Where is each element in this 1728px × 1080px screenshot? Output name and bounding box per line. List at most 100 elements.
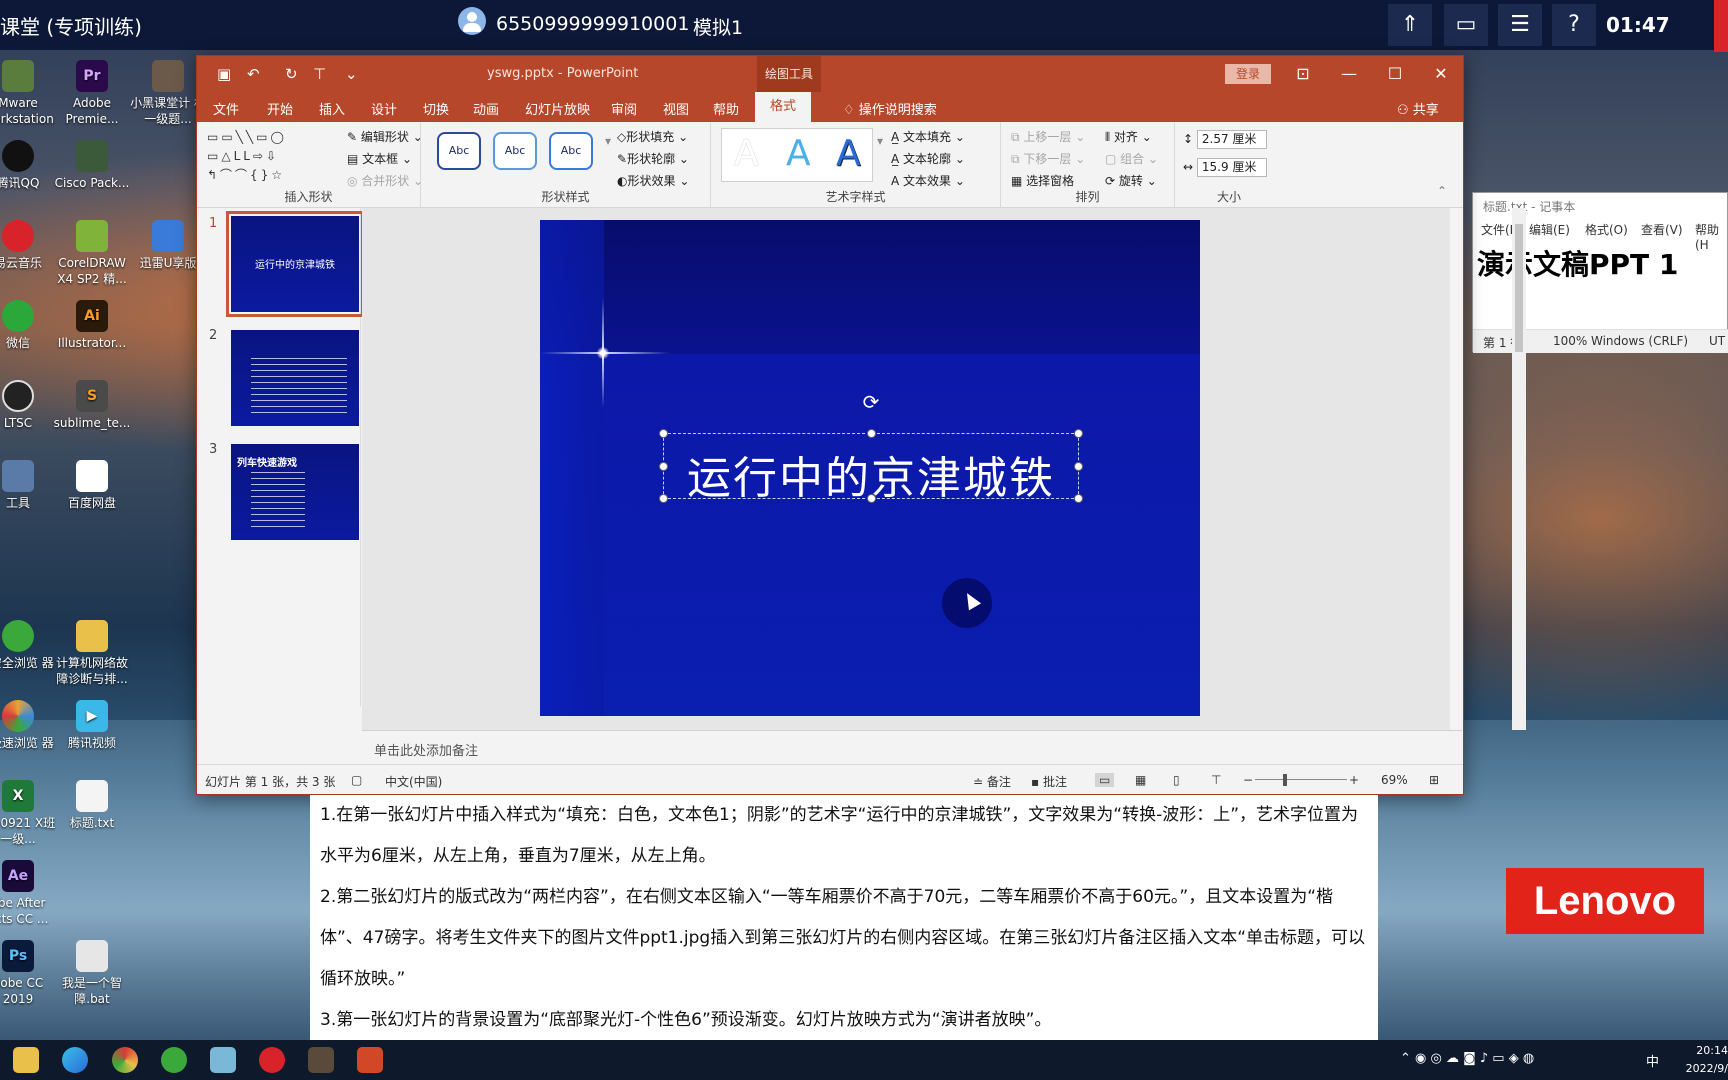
tab-help[interactable]: 帮助 <box>713 99 739 118</box>
resize-handle-bl[interactable] <box>659 494 668 503</box>
notepad-content[interactable]: 演示文稿PPT 1 <box>1477 243 1678 283</box>
slide-thumbnail-3[interactable]: 列车快速游戏 <box>231 444 359 540</box>
close-button[interactable]: ✕ <box>1419 56 1463 92</box>
shape-effects-button[interactable]: ◐形状效果 ⌄ <box>617 172 689 189</box>
powerpoint-icon[interactable] <box>357 1047 383 1073</box>
desktop-icon-tools[interactable]: 工具 <box>0 460 58 511</box>
resize-handle-bottom[interactable] <box>867 494 876 503</box>
tab-design[interactable]: 设计 <box>371 99 397 118</box>
360-icon[interactable] <box>161 1047 187 1073</box>
wordart-style-white[interactable]: A <box>734 133 759 174</box>
scrollbar-thumb[interactable] <box>1515 224 1523 352</box>
notepad-menu-edit[interactable]: 编辑(E) <box>1529 221 1570 238</box>
tab-insert[interactable]: 插入 <box>319 99 345 118</box>
comments-toggle[interactable]: ▪ 批注 <box>1031 773 1067 790</box>
tab-animations[interactable]: 动画 <box>473 99 499 118</box>
slide-vertical-scrollbar[interactable] <box>1512 208 1526 730</box>
desktop-icon-speed-browser[interactable]: 0极速浏览 器 <box>0 700 58 751</box>
notes-placeholder[interactable]: 单击此处添加备注 <box>374 740 478 759</box>
checklist-icon[interactable]: ☰ <box>1498 4 1542 46</box>
ime-indicator[interactable]: 中 <box>1646 1051 1659 1070</box>
netease-icon[interactable] <box>259 1047 285 1073</box>
chrome-icon[interactable] <box>112 1047 138 1073</box>
notepad-icon[interactable] <box>210 1047 236 1073</box>
desktop-icon-tencent-video[interactable]: ▶ 腾讯视频 <box>52 700 132 751</box>
shape-gallery[interactable]: ▭▭╲╲▭◯ ▭△ᒪᒪ⇨⇩ ↰⌒⌒{}☆ <box>207 128 325 185</box>
desktop-icon-premiere[interactable]: Pr Adobe Premie... <box>52 60 132 127</box>
shape-fill-button[interactable]: ◇形状填充 ⌄ <box>617 128 688 145</box>
rotate-button[interactable]: ⟳ 旋转 ⌄ <box>1105 172 1157 189</box>
desktop-icon-wechat[interactable]: 微信 <box>0 300 58 351</box>
slide-sorter-icon[interactable]: ▦ <box>1135 773 1146 787</box>
zoom-slider[interactable] <box>1255 779 1347 780</box>
slide-thumbnail-2[interactable] <box>231 330 359 426</box>
wordart-style-blue[interactable]: A <box>786 133 811 174</box>
redo-icon[interactable]: ↻ <box>285 65 298 83</box>
send-backward-button[interactable]: ⧉ 下移一层 ⌄ <box>1011 150 1085 167</box>
align-button[interactable]: ⫴ 对齐 ⌄ <box>1105 128 1152 145</box>
fit-to-window-icon[interactable]: ⊞ <box>1429 773 1439 787</box>
desktop-icon-baidu-netdisk[interactable]: 百度网盘 <box>52 460 132 511</box>
desktop-icon-sublime[interactable]: Ssublime_te... <box>52 380 132 431</box>
shape-width-input[interactable]: 15.9 厘米 <box>1196 158 1267 177</box>
text-fill-button[interactable]: A̲ 文本填充 ⌄ <box>891 128 965 145</box>
shape-outline-button[interactable]: ✎形状轮廓 ⌄ <box>617 150 689 167</box>
desktop-icon-cisco[interactable]: Cisco Pack... <box>52 140 132 191</box>
text-box-button[interactable]: ▤ 文本框 ⌄ <box>347 150 412 167</box>
desktop-icon-coreldraw[interactable]: CorelDRAW X4 SP2 精... <box>52 220 132 287</box>
text-effects-button[interactable]: A 文本效果 ⌄ <box>891 172 965 189</box>
edit-shape-button[interactable]: ✎ 编辑形状 ⌄ <box>347 128 423 145</box>
shape-styles-more-icon[interactable]: ▾ <box>605 134 611 148</box>
collapse-ribbon-icon[interactable]: ⌃ <box>1437 184 1447 198</box>
wordart-gallery[interactable]: A A A <box>721 128 873 182</box>
resize-handle-tr[interactable] <box>1074 429 1083 438</box>
slideshow-view-icon[interactable]: ⊤ <box>1211 773 1221 787</box>
notepad-menu-view[interactable]: 查看(V) <box>1641 221 1683 238</box>
tab-review[interactable]: 审阅 <box>611 99 637 118</box>
game-icon[interactable] <box>308 1047 334 1073</box>
wordart-style-outline[interactable]: A <box>836 133 861 174</box>
shape-style-2[interactable]: Abc <box>493 132 537 170</box>
desktop-icon-after-effects[interactable]: Ae obe After ects CC ... <box>0 860 58 927</box>
notes-pane[interactable]: 单击此处添加备注 <box>362 730 1462 764</box>
top-bar-red-tab[interactable] <box>1714 0 1728 52</box>
shape-style-1[interactable]: Abc <box>437 132 481 170</box>
tab-file[interactable]: 文件 <box>213 99 239 118</box>
resize-handle-right[interactable] <box>1074 462 1083 471</box>
tell-me-search[interactable]: ♢ 操作说明搜索 <box>843 99 937 118</box>
window-icon[interactable]: ▭ <box>1444 4 1488 46</box>
current-slide[interactable]: ⟳ 运行中的京津城铁 <box>540 220 1200 716</box>
tab-view[interactable]: 视图 <box>663 99 689 118</box>
group-button[interactable]: ▢ 组合 ⌄ <box>1105 150 1158 167</box>
desktop-icon-illustrator[interactable]: Ai Illustrator... <box>52 300 132 351</box>
tab-slideshow[interactable]: 幻灯片放映 <box>525 99 590 118</box>
wordart-textbox[interactable]: 运行中的京津城铁 <box>659 429 1083 504</box>
desktop-icon-ltsc[interactable]: LTSC <box>0 380 58 431</box>
collapse-up-icon[interactable]: ⇑ <box>1388 4 1432 46</box>
desktop-icon-netease-music[interactable]: 易云音乐 <box>0 220 58 271</box>
resize-handle-br[interactable] <box>1074 494 1083 503</box>
normal-view-icon[interactable]: ▭ <box>1095 773 1115 787</box>
save-icon[interactable]: ▣ <box>217 65 231 83</box>
desktop-icon-title-txt[interactable]: 标题.txt <box>52 780 132 831</box>
notepad-window[interactable]: 标题.txt - 记事本 文件(F) 编辑(E) 格式(O) 查看(V) 帮助(… <box>1472 192 1728 353</box>
help-icon[interactable]: ? <box>1552 4 1596 46</box>
maximize-button[interactable]: ☐ <box>1373 56 1417 92</box>
undo-icon[interactable]: ↶ <box>247 65 260 83</box>
slide-thumbnail-1[interactable]: 运行中的京津城铁 <box>226 211 364 317</box>
system-clock[interactable]: 20:14 2022/9/ <box>1680 1042 1728 1078</box>
tab-home[interactable]: 开始 <box>267 99 293 118</box>
desktop-icon-network-folder[interactable]: 计算机网络故 障诊断与排... <box>52 620 132 687</box>
tab-format[interactable]: 格式 <box>755 92 811 122</box>
notepad-menu-help[interactable]: 帮助(H <box>1695 221 1728 252</box>
slideshow-start-icon[interactable]: ⊤ <box>313 65 326 83</box>
accessibility-icon[interactable]: ▢ <box>351 773 362 787</box>
zoom-out-icon[interactable]: − <box>1243 773 1253 787</box>
desktop-icon-qq[interactable]: 腾讯QQ <box>0 140 58 191</box>
tab-transitions[interactable]: 切换 <box>423 99 449 118</box>
file-explorer-icon[interactable] <box>13 1047 39 1073</box>
edge-icon[interactable] <box>62 1047 88 1073</box>
customize-toolbar-icon[interactable]: ⌄ <box>345 65 358 83</box>
shape-height-input[interactable]: 2.57 厘米 <box>1196 130 1267 149</box>
resize-handle-tl[interactable] <box>659 429 668 438</box>
